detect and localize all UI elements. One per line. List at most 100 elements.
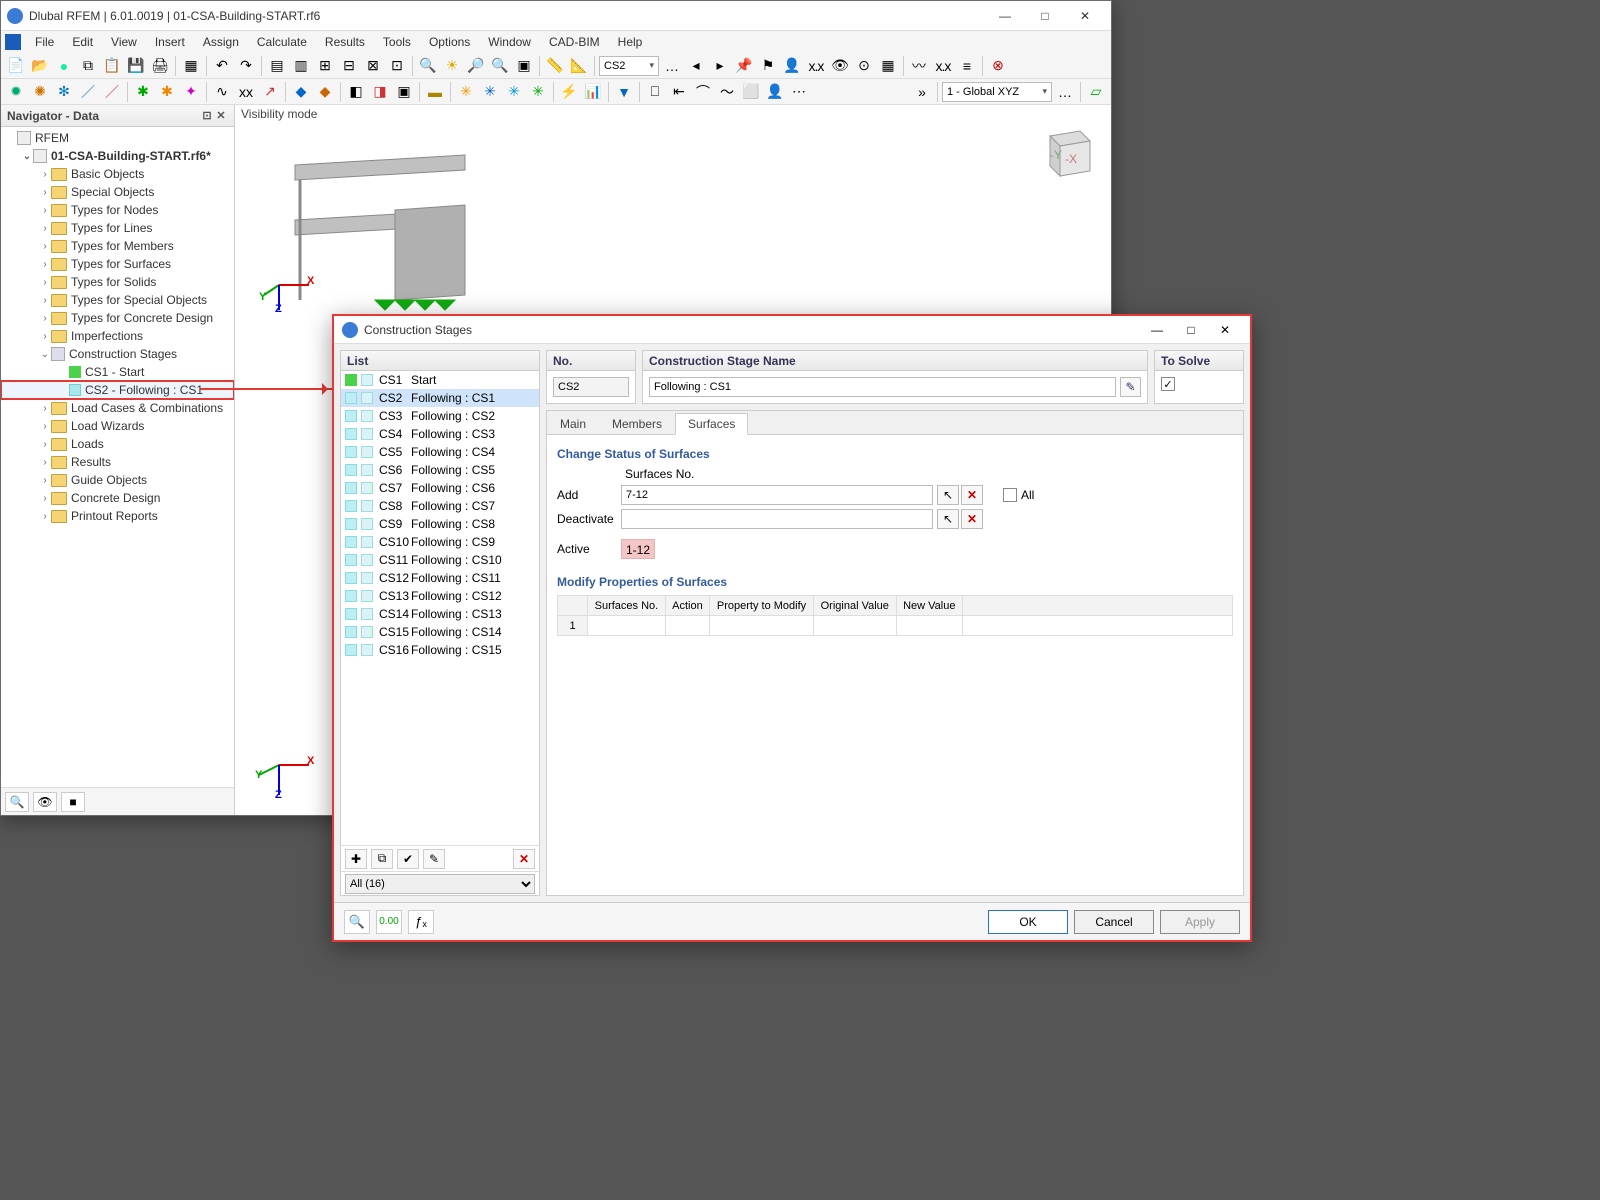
- tab-main[interactable]: Main: [547, 412, 599, 434]
- list-copy-icon[interactable]: ⧉: [371, 849, 393, 869]
- tool-c-icon[interactable]: ⊠: [362, 55, 384, 77]
- cancel-button[interactable]: Cancel: [1074, 910, 1154, 934]
- field-name-input[interactable]: [649, 377, 1116, 397]
- arrow-icon[interactable]: ↗: [259, 81, 281, 103]
- to-solve-checkbox[interactable]: ✓: [1161, 377, 1175, 391]
- menu-insert[interactable]: Insert: [147, 33, 193, 51]
- tree-row[interactable]: ›Types for Nodes: [1, 201, 234, 219]
- burst4-icon[interactable]: ✳: [527, 81, 549, 103]
- measure-icon[interactable]: 📏: [544, 55, 566, 77]
- list-gear-icon[interactable]: ✎: [423, 849, 445, 869]
- node2-icon[interactable]: ✱: [156, 81, 178, 103]
- box-icon[interactable]: ▬: [424, 81, 446, 103]
- xxx-icon[interactable]: x.x: [805, 55, 827, 77]
- tree-row[interactable]: ›Load Cases & Combinations: [1, 399, 234, 417]
- list-item[interactable]: CS3Following : CS2: [341, 407, 539, 425]
- maximize-button[interactable]: □: [1025, 2, 1065, 30]
- tree-row[interactable]: ›Printout Reports: [1, 507, 234, 525]
- nav-tool-eye-icon[interactable]: 👁: [33, 792, 57, 812]
- node-icon[interactable]: ✱: [132, 81, 154, 103]
- menu-edit[interactable]: Edit: [64, 33, 101, 51]
- redo-icon[interactable]: ↷: [235, 55, 257, 77]
- tab-surfaces[interactable]: Surfaces: [675, 413, 748, 435]
- tree-row[interactable]: ›Types for Special Objects: [1, 291, 234, 309]
- list-item[interactable]: CS11Following : CS10: [341, 551, 539, 569]
- dialog-minimize-button[interactable]: —: [1140, 318, 1174, 342]
- navigator-tree[interactable]: RFEM⌄01-CSA-Building-START.rf6*›Basic Ob…: [1, 127, 234, 787]
- next-icon[interactable]: ▸: [709, 55, 731, 77]
- tree-row[interactable]: RFEM: [1, 129, 234, 147]
- stage-list[interactable]: CS1StartCS2Following : CS1CS3Following :…: [341, 371, 539, 845]
- burst1-icon[interactable]: ✳: [455, 81, 477, 103]
- deact-clear-icon[interactable]: ✕: [961, 509, 983, 529]
- list-item[interactable]: CS9Following : CS8: [341, 515, 539, 533]
- eye2-icon[interactable]: ⊙: [853, 55, 875, 77]
- sun-icon[interactable]: ☀: [441, 55, 463, 77]
- modify-properties-table[interactable]: Surfaces No. Action Property to Modify O…: [557, 595, 1233, 636]
- all-checkbox[interactable]: [1003, 488, 1017, 502]
- dialog-close-button[interactable]: ✕: [1208, 318, 1242, 342]
- grid-icon[interactable]: ▦: [877, 55, 899, 77]
- tree-row[interactable]: ›Load Wizards: [1, 417, 234, 435]
- table-icon[interactable]: ▤: [266, 55, 288, 77]
- deactivate-surfaces-input[interactable]: [621, 509, 933, 529]
- tree-row[interactable]: ›Types for Surfaces: [1, 255, 234, 273]
- add-clear-icon[interactable]: ✕: [961, 485, 983, 505]
- add-pick-icon[interactable]: ↖: [937, 485, 959, 505]
- table2-icon[interactable]: ▥: [290, 55, 312, 77]
- chart-icon[interactable]: 📊: [582, 81, 604, 103]
- chev-icon[interactable]: »: [911, 81, 933, 103]
- table-row[interactable]: 1: [558, 616, 1233, 636]
- select-icon[interactable]: ▣: [513, 55, 535, 77]
- shape2-icon[interactable]: ◆: [314, 81, 336, 103]
- menu-assign[interactable]: Assign: [195, 33, 247, 51]
- tab-members[interactable]: Members: [599, 412, 675, 434]
- units-icon[interactable]: 0.00: [376, 910, 402, 934]
- deact-pick-icon[interactable]: ↖: [937, 509, 959, 529]
- list-filter-select[interactable]: All (16): [345, 874, 535, 894]
- tree-row[interactable]: ›Concrete Design: [1, 489, 234, 507]
- edit-name-icon[interactable]: ✎: [1120, 377, 1141, 397]
- combo-coord[interactable]: 1 - Global XYZ: [942, 82, 1052, 102]
- tree-row[interactable]: ›Loads: [1, 435, 234, 453]
- tool-d-icon[interactable]: ⊡: [386, 55, 408, 77]
- user2-icon[interactable]: 👤: [764, 81, 786, 103]
- prev-icon[interactable]: ◂: [685, 55, 707, 77]
- paste-icon[interactable]: 📋: [101, 55, 123, 77]
- star3-icon[interactable]: ✻: [53, 81, 75, 103]
- tool-a-icon[interactable]: ⊞: [314, 55, 336, 77]
- burst3-icon[interactable]: ✳: [503, 81, 525, 103]
- shape1-icon[interactable]: ◆: [290, 81, 312, 103]
- combo-stage[interactable]: CS2: [599, 56, 659, 76]
- menu-calculate[interactable]: Calculate: [249, 33, 315, 51]
- tree-row[interactable]: ›Types for Lines: [1, 219, 234, 237]
- tree-row[interactable]: ›Special Objects: [1, 183, 234, 201]
- apply-button[interactable]: Apply: [1160, 910, 1240, 934]
- copy-icon[interactable]: ⧉: [77, 55, 99, 77]
- bolt-icon[interactable]: ⚡: [558, 81, 580, 103]
- cube-icon[interactable]: ⬜: [740, 81, 762, 103]
- print-icon[interactable]: 🖨: [149, 55, 171, 77]
- person-icon[interactable]: 👤: [781, 55, 803, 77]
- tree-row[interactable]: ›Basic Objects: [1, 165, 234, 183]
- plane-icon[interactable]: ▱: [1085, 81, 1107, 103]
- line2-icon[interactable]: ／: [101, 81, 123, 103]
- tree-row[interactable]: ›Types for Solids: [1, 273, 234, 291]
- line1-icon[interactable]: ／: [77, 81, 99, 103]
- list-item[interactable]: CS4Following : CS3: [341, 425, 539, 443]
- ellipsis2-icon[interactable]: …: [1054, 81, 1076, 103]
- nav-tool-search-icon[interactable]: 🔍: [5, 792, 29, 812]
- ellipsis-icon[interactable]: …: [661, 55, 683, 77]
- flag-icon[interactable]: ⚑: [757, 55, 779, 77]
- list-item[interactable]: CS12Following : CS11: [341, 569, 539, 587]
- zoom2-icon[interactable]: 🔍: [489, 55, 511, 77]
- menu-options[interactable]: Options: [421, 33, 478, 51]
- list-item[interactable]: CS10Following : CS9: [341, 533, 539, 551]
- curve-icon[interactable]: 〰: [908, 55, 930, 77]
- add-surfaces-input[interactable]: [621, 485, 933, 505]
- list-item[interactable]: CS13Following : CS12: [341, 587, 539, 605]
- list-delete-icon[interactable]: ✕: [513, 849, 535, 869]
- pin-panel-icon[interactable]: ⊡: [200, 109, 214, 123]
- list-item[interactable]: CS1Start: [341, 371, 539, 389]
- list-check-icon[interactable]: ✔: [397, 849, 419, 869]
